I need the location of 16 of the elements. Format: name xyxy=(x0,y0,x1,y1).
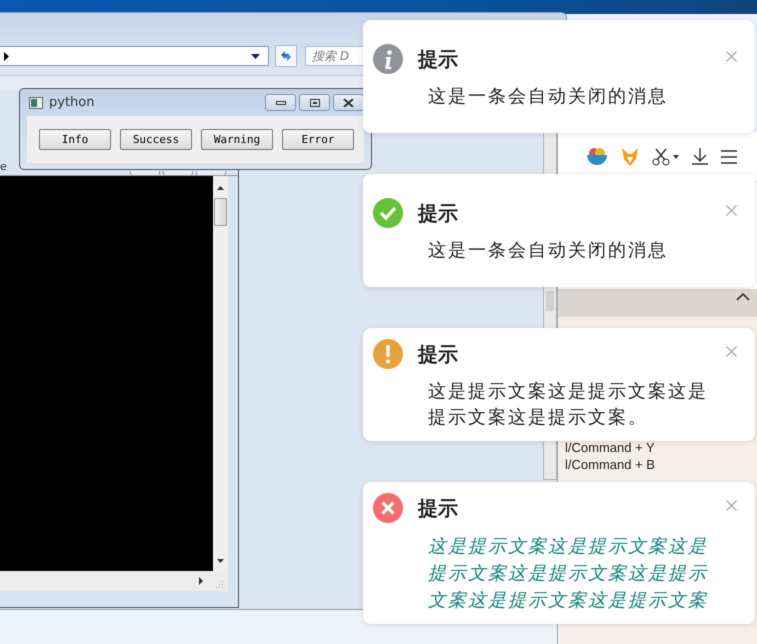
notification-message: 这是提示文案这是提示文案这是提示文案这是提示文案。 xyxy=(428,380,709,430)
notification-message: 这是提示文案这是提示文案这是提示文案这是提示文案这是提示文案这是提示文案这是提示文案 xyxy=(428,535,709,613)
window-title: python xyxy=(49,95,94,110)
notification-title: 提示 xyxy=(418,494,458,522)
message-button[interactable]: Success xyxy=(120,129,192,150)
message-button[interactable]: Error xyxy=(282,129,354,150)
notification-message: 这是一条会自动关闭的消息 xyxy=(428,239,669,263)
notification-title: 提示 xyxy=(418,340,458,368)
notification-title: 提示 xyxy=(418,200,458,226)
message-button[interactable]: Info xyxy=(39,129,111,150)
message-button[interactable]: Warning xyxy=(201,129,273,150)
shortcut-text: l/Command + B xyxy=(565,456,656,473)
shortcut-text: l/Command + Y xyxy=(565,439,656,456)
window-title: e xyxy=(0,160,7,174)
notification-title: 提示 xyxy=(418,46,458,72)
notification-message: 这是一条会自动关闭的消息 xyxy=(428,85,669,109)
